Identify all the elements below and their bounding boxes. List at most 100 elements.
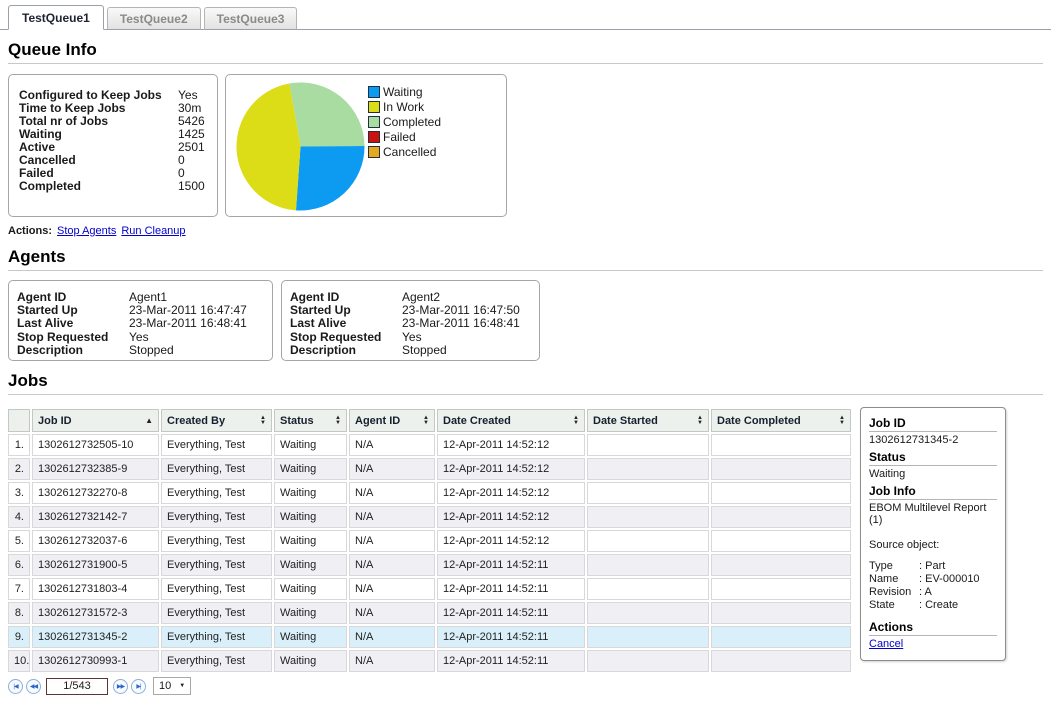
sort-down-icon: ▼: [335, 421, 341, 426]
date-started-cell: [587, 602, 709, 624]
field-value: Yes: [129, 331, 149, 344]
queue-action-link[interactable]: Stop Agents: [57, 225, 116, 237]
detail-section-value: Waiting: [869, 468, 997, 480]
row-number-cell: 9.: [8, 626, 30, 648]
sort-down-icon: ▼: [260, 421, 266, 426]
date-completed-cell: [711, 530, 851, 552]
detail-actions-heading: Actions: [869, 620, 997, 636]
jobs-column-header[interactable]: Job ID ▲: [32, 409, 159, 432]
job-table-row[interactable]: 9. 1302612731345-2 Everything, Test Wait…: [8, 626, 851, 648]
column-label: Job ID: [38, 415, 72, 427]
pie-legend: Waiting In Work Completed Failed Cancell…: [368, 84, 441, 159]
date-created-cell: 12-Apr-2011 14:52:11: [437, 554, 585, 576]
job-table-row[interactable]: 7. 1302612731803-4 Everything, Test Wait…: [8, 578, 851, 600]
date-created-cell: 12-Apr-2011 14:52:11: [437, 626, 585, 648]
date-started-cell: [587, 506, 709, 528]
legend-item: In Work: [368, 99, 441, 114]
date-completed-cell: [711, 506, 851, 528]
agent-id-cell: N/A: [349, 506, 435, 528]
sort-down-icon: ▼: [697, 421, 703, 426]
jobs-table: Job ID ▲ Created By ▲ ▼ Status ▲ ▼ Agent…: [6, 407, 853, 674]
cancel-job-link[interactable]: Cancel: [869, 638, 903, 650]
date-started-cell: [587, 530, 709, 552]
jobs-column-header[interactable]: Created By ▲ ▼: [161, 409, 272, 432]
jobs-column-header[interactable]: Date Completed ▲ ▼: [711, 409, 851, 432]
agent-cards: Agent ID Agent1 Started Up 23-Mar-2011 1…: [8, 280, 1043, 361]
job-table-row[interactable]: 4. 1302612732142-7 Everything, Test Wait…: [8, 506, 851, 528]
field-value: 23-Mar-2011 16:48:41: [129, 317, 247, 330]
date-started-cell: [587, 578, 709, 600]
property-value: : EV-000010: [919, 573, 980, 586]
legend-label: Completed: [383, 115, 441, 129]
jobs-column-header[interactable]: Agent ID ▲ ▼: [349, 409, 435, 432]
agent-id-cell: N/A: [349, 626, 435, 648]
created-by-cell: Everything, Test: [161, 578, 272, 600]
jobs-column-header[interactable]: Status ▲ ▼: [274, 409, 347, 432]
agent-field-row: Description Stopped: [17, 344, 264, 357]
next-page-button[interactable]: ▶▶: [113, 679, 128, 694]
property-label: Name: [869, 573, 919, 586]
agent-field-row: Stop Requested Yes: [17, 331, 264, 344]
page-size-value: 10: [159, 680, 171, 692]
job-table-row[interactable]: 8. 1302612731572-3 Everything, Test Wait…: [8, 602, 851, 624]
sort-down-icon: ▼: [839, 421, 845, 426]
date-completed-cell: [711, 602, 851, 624]
legend-swatch: [368, 146, 380, 158]
detail-section: Job Info EBOM Multilevel Report (1): [869, 484, 997, 526]
first-page-button[interactable]: |◀: [8, 679, 23, 694]
queue-action-link[interactable]: Run Cleanup: [121, 225, 185, 237]
date-started-cell: [587, 458, 709, 480]
status-cell: Waiting: [274, 578, 347, 600]
row-number-cell: 1.: [8, 434, 30, 456]
page-size-dropdown[interactable]: 10 ▼: [153, 677, 191, 695]
queue-tab[interactable]: TestQueue3: [204, 7, 298, 30]
job-table-row[interactable]: 6. 1302612731900-5 Everything, Test Wait…: [8, 554, 851, 576]
date-created-cell: 12-Apr-2011 14:52:11: [437, 578, 585, 600]
job-table-row[interactable]: 3. 1302612732270-8 Everything, Test Wait…: [8, 482, 851, 504]
job-table-row[interactable]: 10. 1302612730993-1 Everything, Test Wai…: [8, 650, 851, 672]
pie-slice-waiting: [296, 146, 365, 211]
date-completed-cell: [711, 554, 851, 576]
row-number-cell: 5.: [8, 530, 30, 552]
agent-id-cell: N/A: [349, 554, 435, 576]
jobs-heading: Jobs: [8, 371, 1043, 391]
date-completed-cell: [711, 434, 851, 456]
row-number-cell: 4.: [8, 506, 30, 528]
field-label: Last Alive: [290, 317, 402, 330]
queue-actions-row: Actions: Stop AgentsRun Cleanup: [8, 225, 1043, 237]
last-page-button[interactable]: ▶|: [131, 679, 146, 694]
agent-id-cell: N/A: [349, 530, 435, 552]
date-created-cell: 12-Apr-2011 14:52:12: [437, 482, 585, 504]
legend-item: Failed: [368, 129, 441, 144]
job-detail-panel: Job ID 1302612731345-2 Status Waiting Jo…: [860, 407, 1006, 661]
job-id-cell: 1302612732037-6: [32, 530, 159, 552]
status-cell: Waiting: [274, 506, 347, 528]
job-table-row[interactable]: 5. 1302612732037-6 Everything, Test Wait…: [8, 530, 851, 552]
date-started-cell: [587, 434, 709, 456]
jobs-column-header[interactable]: Date Started ▲ ▼: [587, 409, 709, 432]
date-completed-cell: [711, 626, 851, 648]
legend-item: Waiting: [368, 84, 441, 99]
detail-section-heading: Status: [869, 450, 997, 466]
field-value: 23-Mar-2011 16:48:41: [402, 317, 520, 330]
status-cell: Waiting: [274, 602, 347, 624]
job-table-row[interactable]: 1. 1302612732505-10 Everything, Test Wai…: [8, 434, 851, 456]
date-created-cell: 12-Apr-2011 14:52:12: [437, 434, 585, 456]
agent-id-cell: N/A: [349, 458, 435, 480]
sort-icon: ▲ ▼: [697, 416, 703, 426]
property-label: State: [869, 599, 919, 612]
agent-id-cell: N/A: [349, 602, 435, 624]
date-completed-cell: [711, 578, 851, 600]
legend-item: Cancelled: [368, 144, 441, 159]
chevron-down-icon: ▼: [179, 683, 185, 689]
page-number-input[interactable]: 1/543: [46, 678, 108, 695]
job-id-cell: 1302612731572-3: [32, 602, 159, 624]
field-label: Last Alive: [17, 317, 129, 330]
queue-tab[interactable]: TestQueue1: [8, 5, 104, 30]
sort-icon: ▲ ▼: [423, 416, 429, 426]
prev-page-button[interactable]: ◀◀: [26, 679, 41, 694]
jobs-header-row: Job ID ▲ Created By ▲ ▼ Status ▲ ▼ Agent…: [8, 409, 851, 432]
job-table-row[interactable]: 2. 1302612732385-9 Everything, Test Wait…: [8, 458, 851, 480]
queue-tab[interactable]: TestQueue2: [107, 7, 201, 30]
jobs-column-header[interactable]: Date Created ▲ ▼: [437, 409, 585, 432]
